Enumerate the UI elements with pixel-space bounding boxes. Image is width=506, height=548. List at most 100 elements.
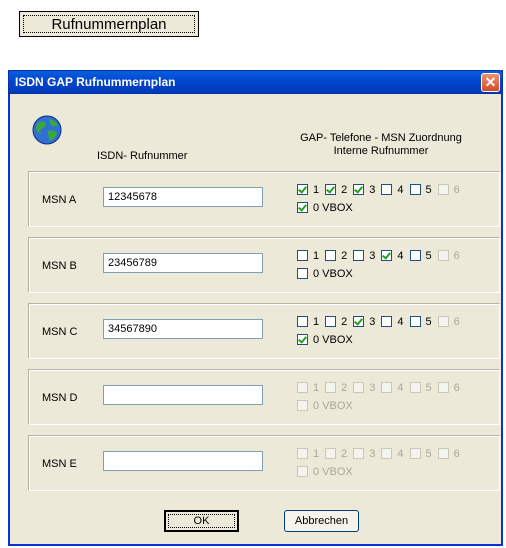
extension-checkbox[interactable] bbox=[381, 250, 393, 261]
vbox-checkbox[interactable] bbox=[297, 202, 308, 213]
extension-checkbox[interactable] bbox=[409, 250, 421, 261]
extension-checkbox[interactable] bbox=[409, 184, 421, 195]
vbox-label: 0 VBOX bbox=[313, 267, 353, 280]
extension-label: 3 bbox=[369, 249, 376, 262]
msn-label: MSN C bbox=[42, 326, 78, 338]
vbox-checkbox-row: 0 VBOX bbox=[297, 399, 359, 412]
extension-checkbox[interactable] bbox=[297, 184, 308, 195]
extension-checkbox bbox=[437, 316, 449, 327]
dialog-title: ISDN GAP Rufnummernplan bbox=[15, 75, 176, 89]
isdn-gap-dialog: ISDN GAP Rufnummernplan ✕ ISDN- Rufnumme… bbox=[8, 70, 503, 546]
vbox-label: 0 VBOX bbox=[313, 399, 353, 412]
msn-number-input[interactable] bbox=[103, 451, 263, 471]
extension-label: 5 bbox=[425, 381, 432, 394]
extension-checkbox bbox=[297, 448, 308, 459]
extension-label: 1 bbox=[313, 183, 320, 196]
vbox-checkbox bbox=[297, 466, 308, 477]
extension-checkbox[interactable] bbox=[381, 316, 393, 327]
extension-checkbox-row: 1 2 3 4 5 6 bbox=[297, 249, 466, 262]
rufnummernplan-button-label: Rufnummernplan bbox=[51, 15, 167, 33]
msn-group: MSN D 1 2 3 4 5 6 0 VBOX bbox=[28, 369, 500, 425]
extension-checkbox bbox=[437, 184, 449, 195]
isdn-column-header: ISDN- Rufnummer bbox=[97, 150, 188, 162]
extension-label: 6 bbox=[453, 447, 460, 460]
vbox-checkbox-row: 0 VBOX bbox=[297, 465, 359, 478]
extension-checkbox bbox=[325, 382, 337, 393]
extension-label: 4 bbox=[397, 447, 404, 460]
extension-checkbox[interactable] bbox=[409, 316, 421, 327]
extension-checkbox bbox=[437, 448, 449, 459]
extension-checkbox bbox=[437, 250, 449, 261]
vbox-label: 0 VBOX bbox=[313, 465, 353, 478]
extension-label: 2 bbox=[341, 381, 348, 394]
extension-label: 5 bbox=[425, 315, 432, 328]
msn-number-input[interactable] bbox=[103, 385, 263, 405]
extension-checkbox-row: 1 2 3 4 5 6 bbox=[297, 381, 466, 394]
extension-label: 2 bbox=[341, 249, 348, 262]
extension-checkbox bbox=[381, 448, 393, 459]
extension-checkbox bbox=[437, 382, 449, 393]
close-icon: ✕ bbox=[484, 74, 497, 90]
extension-label: 4 bbox=[397, 381, 404, 394]
globe-icon bbox=[32, 115, 62, 145]
gap-header-line1: GAP- Telefone - MSN Zuordnung bbox=[300, 132, 462, 144]
extension-label: 5 bbox=[425, 447, 432, 460]
extension-checkbox[interactable] bbox=[325, 250, 337, 261]
msn-group: MSN B 23456789 1 2 3 4 5 6 0 VBOX bbox=[28, 237, 500, 293]
extension-checkbox[interactable] bbox=[325, 184, 337, 195]
extension-label: 2 bbox=[341, 183, 348, 196]
extension-checkbox bbox=[353, 382, 365, 393]
vbox-label: 0 VBOX bbox=[313, 201, 353, 214]
extension-checkbox[interactable] bbox=[353, 250, 365, 261]
vbox-checkbox[interactable] bbox=[297, 334, 308, 345]
close-button[interactable]: ✕ bbox=[481, 73, 500, 92]
extension-checkbox[interactable] bbox=[297, 250, 308, 261]
extension-checkbox[interactable] bbox=[353, 316, 365, 327]
msn-group: MSN E 1 2 3 4 5 6 0 VBOX bbox=[28, 435, 500, 491]
msn-label: MSN A bbox=[42, 194, 77, 206]
extension-label: 4 bbox=[397, 183, 404, 196]
extension-label: 1 bbox=[313, 447, 320, 460]
msn-label: MSN E bbox=[42, 458, 77, 470]
extension-checkbox-row: 1 2 3 4 5 6 bbox=[297, 183, 466, 196]
extension-label: 1 bbox=[313, 249, 320, 262]
extension-label: 4 bbox=[397, 249, 404, 262]
extension-checkbox-row: 1 2 3 4 5 6 bbox=[297, 447, 466, 460]
title-bar[interactable]: ISDN GAP Rufnummernplan ✕ bbox=[8, 70, 503, 94]
extension-label: 2 bbox=[341, 315, 348, 328]
extension-checkbox bbox=[409, 382, 421, 393]
msn-label: MSN B bbox=[42, 260, 77, 272]
vbox-checkbox[interactable] bbox=[297, 268, 308, 279]
extension-label: 6 bbox=[453, 315, 460, 328]
extension-label: 3 bbox=[369, 183, 376, 196]
extension-label: 6 bbox=[453, 249, 460, 262]
extension-label: 3 bbox=[369, 315, 376, 328]
vbox-label: 0 VBOX bbox=[313, 333, 353, 346]
cancel-button-label: Abbrechen bbox=[294, 515, 349, 527]
vbox-checkbox bbox=[297, 400, 308, 411]
extension-checkbox bbox=[353, 448, 365, 459]
msn-number-input[interactable]: 23456789 bbox=[103, 253, 263, 273]
extension-label: 2 bbox=[341, 447, 348, 460]
ok-button[interactable]: OK bbox=[164, 510, 239, 532]
extension-checkbox bbox=[409, 448, 421, 459]
gap-column-header: GAP- Telefone - MSN Zuordnung Interne Ru… bbox=[286, 132, 476, 158]
extension-checkbox[interactable] bbox=[297, 316, 308, 327]
msn-group: MSN C 34567890 1 2 3 4 5 6 0 VBOX bbox=[28, 303, 500, 359]
vbox-checkbox-row: 0 VBOX bbox=[297, 333, 359, 346]
cancel-button[interactable]: Abbrechen bbox=[284, 510, 359, 532]
extension-checkbox[interactable] bbox=[381, 184, 393, 195]
rufnummernplan-button[interactable]: Rufnummernplan bbox=[19, 11, 199, 37]
extension-label: 5 bbox=[425, 249, 432, 262]
extension-checkbox[interactable] bbox=[325, 316, 337, 327]
vbox-checkbox-row: 0 VBOX bbox=[297, 201, 359, 214]
msn-group: MSN A 12345678 1 2 3 4 5 6 0 VBOX bbox=[28, 171, 500, 227]
msn-number-input[interactable]: 34567890 bbox=[103, 319, 263, 339]
gap-header-line2: Interne Rufnummer bbox=[333, 145, 429, 157]
msn-number-input[interactable]: 12345678 bbox=[103, 187, 263, 207]
extension-checkbox bbox=[297, 382, 308, 393]
extension-label: 6 bbox=[453, 381, 460, 394]
extension-checkbox[interactable] bbox=[353, 184, 365, 195]
extension-checkbox-row: 1 2 3 4 5 6 bbox=[297, 315, 466, 328]
extension-label: 4 bbox=[397, 315, 404, 328]
